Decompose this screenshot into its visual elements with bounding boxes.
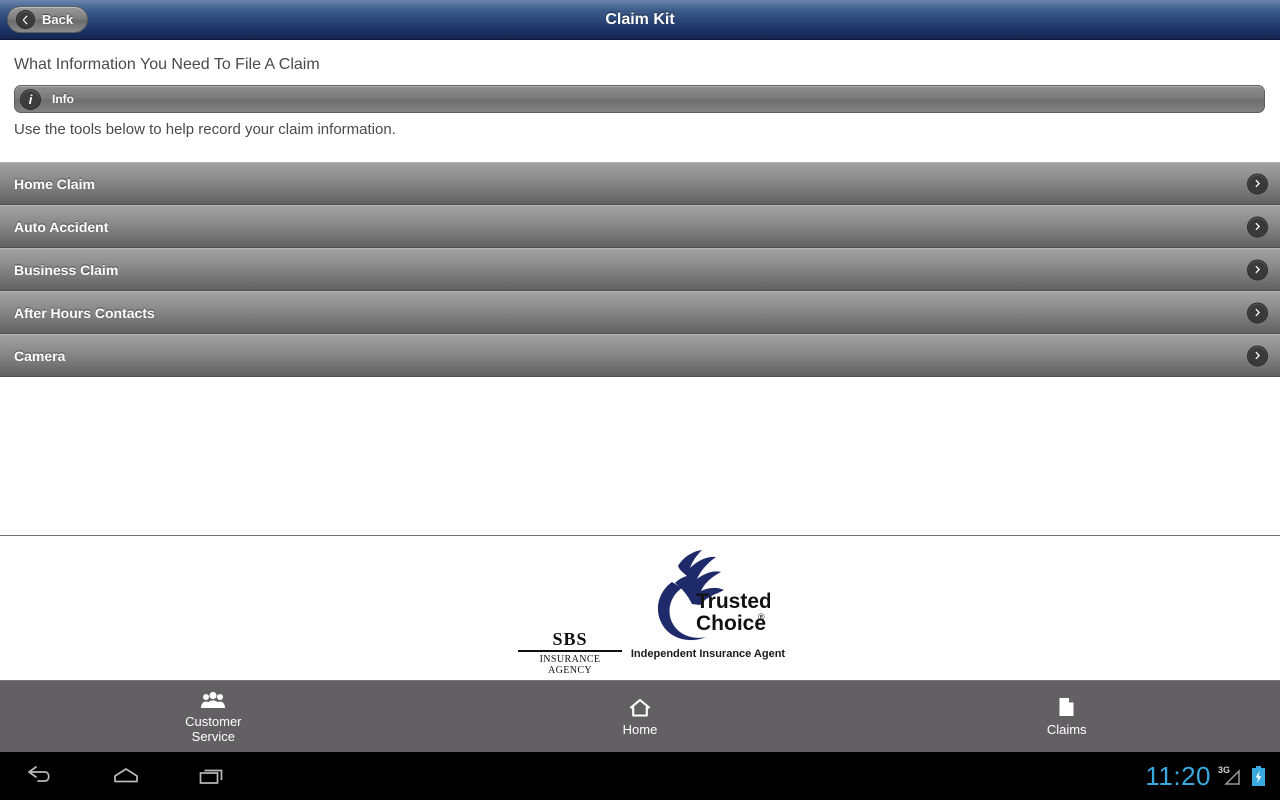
info-icon: i	[20, 88, 41, 110]
tab-customer-service[interactable]: Customer Service	[0, 681, 427, 752]
list-item[interactable]: Camera	[0, 334, 1280, 377]
info-bar[interactable]: i Info	[14, 85, 1265, 113]
sbs-name: SBS	[552, 629, 588, 649]
android-recents-icon[interactable]	[190, 752, 234, 800]
list-item[interactable]: Auto Accident	[0, 205, 1280, 248]
footer-logos: Trusted Choice ® Independent Insurance A…	[0, 536, 1280, 680]
content-area: What Information You Need To File A Clai…	[0, 40, 1280, 535]
status-clock: 11:20	[1145, 760, 1211, 791]
android-home-icon[interactable]	[104, 752, 148, 800]
title-bar: Back Claim Kit	[0, 0, 1280, 40]
tab-label-line1: Customer	[185, 714, 242, 729]
android-navigation-bar: 11:20 3G	[0, 752, 1280, 800]
app-root: Back Claim Kit What Information You Need…	[0, 0, 1280, 800]
bottom-tab-bar: Customer Service Home Claims	[0, 680, 1280, 752]
svg-text:®: ®	[758, 612, 765, 622]
list-item[interactable]: Business Claim	[0, 248, 1280, 291]
tab-home-label: Home	[622, 721, 658, 737]
sbs-subtitle: INSURANCE AGENCY	[539, 654, 601, 676]
tab-customer-service-label: Customer Service	[185, 714, 241, 744]
svg-text:Trusted: Trusted	[696, 590, 770, 613]
list-item-label: Home Claim	[14, 175, 95, 192]
status-indicators: 11:20 3G	[1145, 752, 1266, 800]
info-bar-label: Info	[52, 92, 74, 106]
chevron-right-icon[interactable]	[1247, 345, 1268, 366]
tab-home[interactable]: Home	[427, 681, 854, 752]
svg-text:Choice: Choice	[696, 612, 766, 635]
chevron-right-icon[interactable]	[1247, 216, 1268, 237]
tab-claims[interactable]: Claims	[853, 681, 1280, 752]
network-type-label: 3G	[1218, 765, 1231, 775]
signal-bars-icon: 3G	[1218, 765, 1244, 787]
eagle-swoosh-icon: Trusted Choice ®	[648, 548, 772, 656]
list-item-label: Auto Accident	[14, 218, 109, 235]
list-item[interactable]: Home Claim	[0, 162, 1280, 205]
list-item-label: Camera	[14, 347, 66, 364]
list-item-label: Business Claim	[14, 261, 119, 278]
chevron-right-icon[interactable]	[1247, 302, 1268, 323]
people-group-icon	[201, 689, 226, 709]
tab-claims-label: Claims	[1046, 721, 1087, 737]
battery-charging-icon	[1251, 765, 1266, 787]
sbs-logo: SBS INSURANCE AGENCY	[518, 629, 622, 676]
claim-tools-list: Home Claim Auto Accident Business Claim	[0, 162, 1280, 377]
android-nav-buttons	[18, 752, 234, 800]
content-subtext: Use the tools below to help record your …	[14, 121, 396, 138]
house-icon	[629, 697, 651, 717]
document-icon	[1058, 697, 1075, 717]
tab-label-line2: Service	[191, 729, 236, 744]
chevron-right-icon[interactable]	[1247, 173, 1268, 194]
android-back-icon[interactable]	[18, 752, 62, 800]
list-item-label: After Hours Contacts	[14, 304, 155, 321]
trusted-choice-caption: Independent Insurance Agent	[630, 648, 786, 660]
list-item[interactable]: After Hours Contacts	[0, 291, 1280, 334]
sbs-rule	[518, 650, 622, 652]
content-heading: What Information You Need To File A Clai…	[14, 56, 320, 73]
page-title: Claim Kit	[605, 11, 675, 28]
chevron-right-icon[interactable]	[1247, 259, 1268, 280]
